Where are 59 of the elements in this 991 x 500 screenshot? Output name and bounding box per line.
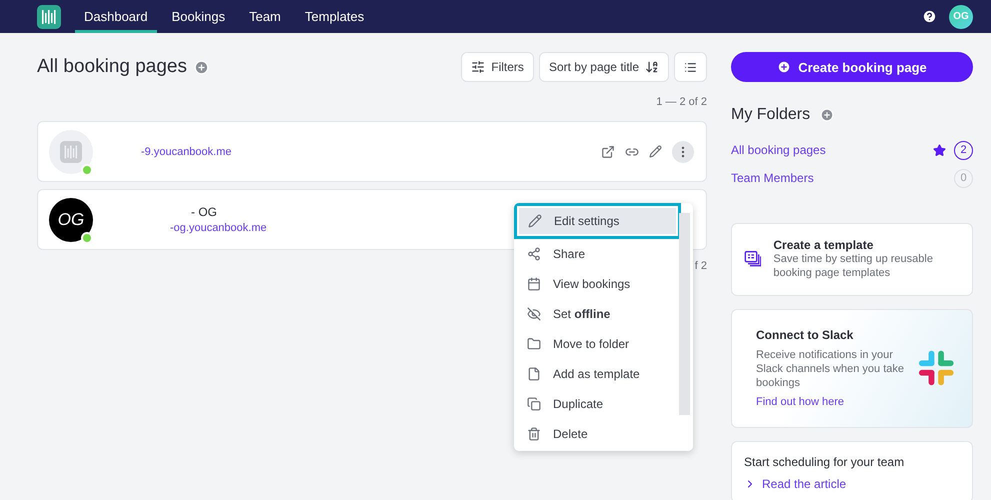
- read-article-link[interactable]: Read the article: [762, 477, 846, 492]
- list-view-button[interactable]: [674, 52, 707, 82]
- sliders-icon: [471, 60, 486, 74]
- add-folder-icon[interactable]: [820, 108, 834, 122]
- page-avatar: OG: [49, 198, 93, 242]
- menu-item[interactable]: Edit settings: [514, 203, 681, 239]
- template-card[interactable]: Create a template Save time by setting up reusable booking page templates: [731, 223, 973, 296]
- page-name: - OG: [191, 205, 218, 219]
- folder-link[interactable]: All booking pages: [731, 143, 826, 157]
- slack-logo-icon: [919, 350, 954, 386]
- menu-item[interactable]: Move to folder: [514, 329, 677, 359]
- menu-item[interactable]: View bookings: [514, 269, 677, 299]
- file-icon: [527, 367, 541, 381]
- sort-icon: [645, 60, 659, 74]
- pagination-text: 1 — 2 of 2: [655, 96, 707, 108]
- create-booking-page-button[interactable]: Create booking page: [731, 52, 973, 82]
- card-title: Start scheduling for your team: [744, 455, 906, 470]
- trash-icon: [527, 427, 541, 441]
- external-link-icon[interactable]: [601, 144, 615, 158]
- logo-icon[interactable]: [37, 4, 61, 28]
- booking-page-card[interactable]: -9.youcanbook.me: [37, 121, 707, 182]
- folders-heading: My Folders: [731, 106, 810, 124]
- plus-icon: [777, 60, 792, 74]
- help-icon[interactable]: [922, 9, 937, 24]
- menu-item[interactable]: Delete: [514, 419, 677, 449]
- card-text: Receive notifications in your Slack channels when you take bookings: [756, 348, 905, 390]
- star-icon[interactable]: [933, 144, 946, 156]
- nav-tab[interactable]: Bookings: [162, 0, 234, 33]
- folder-link[interactable]: Team Members: [731, 171, 814, 185]
- folder-count: 0: [954, 168, 973, 188]
- menu-item[interactable]: Duplicate: [514, 389, 677, 419]
- eye-off-icon: [527, 307, 541, 321]
- menu-item[interactable]: Add as template: [514, 359, 677, 389]
- card-title: Connect to Slack: [756, 328, 854, 342]
- filters-button[interactable]: Filters: [461, 52, 534, 82]
- nav-tab[interactable]: Team: [240, 0, 290, 33]
- more-button[interactable]: [672, 140, 694, 162]
- card-title: Create a template: [773, 238, 874, 252]
- copy-icon: [527, 397, 541, 411]
- page-url-link[interactable]: -9.youcanbook.me: [141, 146, 232, 158]
- page-avatar: [49, 130, 93, 174]
- calendar-icon: [527, 277, 541, 291]
- menu-item[interactable]: Set offline: [514, 299, 677, 329]
- folder-icon: [527, 337, 541, 351]
- card-text: Save time by setting up reusable booking page templates: [773, 252, 934, 281]
- sort-button[interactable]: Sort by page title: [538, 52, 669, 82]
- nav-tab[interactable]: Templates: [296, 0, 374, 33]
- page-title: All booking pages: [37, 56, 187, 78]
- pencil-icon[interactable]: [649, 145, 662, 158]
- find-out-link[interactable]: Find out how here: [756, 396, 910, 408]
- share-icon: [527, 247, 541, 261]
- folder-count: 2: [954, 140, 973, 160]
- page-url-link[interactable]: -og.youcanbook.me: [170, 222, 267, 234]
- add-icon[interactable]: [194, 60, 209, 74]
- nav-tab[interactable]: Dashboard: [75, 0, 157, 33]
- pagination-text: f 2: [694, 260, 707, 272]
- scrollbar[interactable]: [679, 213, 690, 415]
- pencil-icon: [528, 214, 542, 228]
- list-icon: [684, 60, 697, 74]
